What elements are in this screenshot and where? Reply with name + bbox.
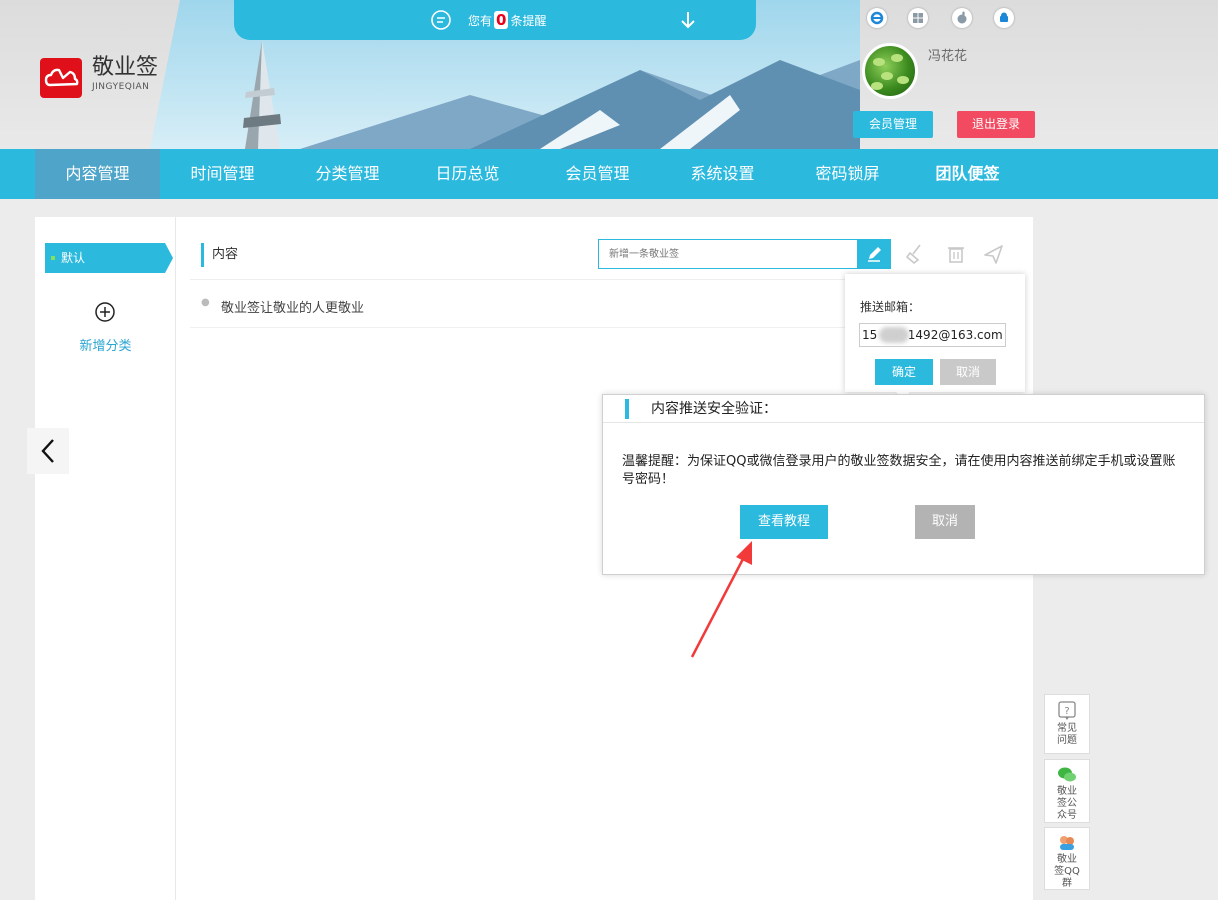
svg-text:?: ? [1064, 706, 1069, 717]
qq-group-label: 敬业签QQ群 [1054, 854, 1080, 889]
view-tutorial-button[interactable]: 查看教程 [740, 505, 828, 539]
reminder-text: 您有 0 条提醒 [468, 11, 546, 30]
logout-button[interactable]: 退出登录 [957, 111, 1035, 138]
category-sidebar: 默认 新增分类 [35, 217, 176, 900]
brand-subtitle: JINGYEQIAN [92, 82, 150, 92]
divider [190, 327, 850, 328]
username: 冯花花 [928, 49, 968, 64]
header: 您有 0 条提醒 敬业签 JINGYEQIAN 冯花花 会员管理 退出登录 [0, 0, 1218, 149]
trash-icon [948, 247, 964, 263]
confirm-button[interactable]: 确定 [875, 359, 933, 385]
redaction-blur [879, 327, 909, 343]
reminder-count: 0 [494, 11, 509, 29]
dialog-title: 内容推送安全验证： [625, 399, 777, 419]
pencil-icon [868, 247, 881, 262]
reminder-bar[interactable]: 您有 0 条提醒 [234, 0, 756, 40]
nav-time-management[interactable]: 时间管理 [160, 149, 285, 199]
brand-name: 敬业签 [92, 55, 159, 80]
annotation-arrow-icon [690, 541, 752, 658]
broom-icon [905, 244, 921, 265]
nav-system-settings[interactable]: 系统设置 [660, 149, 785, 199]
chat-bubble-icon [431, 10, 451, 30]
paper-plane-icon [984, 245, 1003, 264]
main-nav: 内容管理 时间管理 分类管理 日历总览 会员管理 系统设置 密码锁屏 团队便签 [0, 149, 1218, 199]
reminder-prefix: 您有 [468, 14, 493, 28]
apple-icon[interactable] [952, 8, 972, 28]
qq-group-widget[interactable]: 敬业签QQ群 [1044, 827, 1090, 890]
dialog-message: 温馨提醒：为保证QQ或微信登录用户的敬业签数据安全，请在使用内容推送前绑定手机或… [622, 454, 1176, 487]
cancel-button[interactable]: 取消 [940, 359, 996, 385]
content-heading: 内容 [201, 243, 238, 267]
question-icon: ? [1058, 701, 1076, 720]
dialog-cancel-button[interactable]: 取消 [915, 505, 975, 539]
arrow-down-icon[interactable] [680, 10, 696, 30]
push-email-popover: 推送邮箱： 确定 取消 [845, 274, 1025, 400]
add-category-link[interactable]: 新增分类 [35, 335, 176, 354]
divider [190, 279, 860, 280]
push-email-label: 推送邮箱： [860, 300, 921, 314]
send-button[interactable] [979, 239, 1009, 269]
wechat-label: 敬业签公众号 [1057, 786, 1077, 821]
chevron-left-icon [41, 439, 54, 463]
nav-password-lock[interactable]: 密码锁屏 [785, 149, 910, 199]
category-default[interactable]: 默认 [45, 243, 173, 273]
previous-arrow[interactable] [27, 428, 69, 474]
nav-member-management[interactable]: 会员管理 [535, 149, 660, 199]
wechat-icon [1058, 767, 1076, 782]
ie-icon[interactable] [867, 8, 887, 28]
nav-category-management[interactable]: 分类管理 [285, 149, 410, 199]
note-text: 敬业签让敬业的人更敬业 [221, 301, 365, 316]
brand-logo[interactable]: 敬业签 JINGYEQIAN [40, 54, 170, 100]
divider [603, 422, 1204, 423]
delete-button[interactable] [941, 239, 971, 269]
android-icon[interactable] [994, 8, 1014, 28]
cloud-logo-icon [40, 58, 82, 98]
nav-content-management[interactable]: 内容管理 [35, 149, 160, 199]
windows-icon[interactable] [908, 8, 928, 28]
wechat-widget[interactable]: 敬业签公众号 [1044, 759, 1090, 823]
member-management-button[interactable]: 会员管理 [853, 111, 933, 138]
edit-button[interactable] [857, 239, 891, 269]
bullet-icon: ● [201, 297, 210, 308]
plus-circle-icon[interactable] [94, 301, 116, 323]
faq-label: 常见问题 [1057, 723, 1077, 746]
category-default-label: 默认 [61, 251, 86, 265]
avatar[interactable] [862, 43, 918, 99]
nav-team-notes[interactable]: 团队便签 [905, 149, 1030, 199]
new-note-input[interactable] [598, 239, 858, 269]
faq-widget[interactable]: ? 常见问题 [1044, 694, 1090, 754]
reminder-suffix: 条提醒 [510, 14, 547, 28]
category-dot-icon [51, 256, 55, 260]
qq-group-icon [1060, 836, 1074, 850]
clear-button[interactable] [901, 239, 931, 269]
nav-calendar-overview[interactable]: 日历总览 [405, 149, 530, 199]
